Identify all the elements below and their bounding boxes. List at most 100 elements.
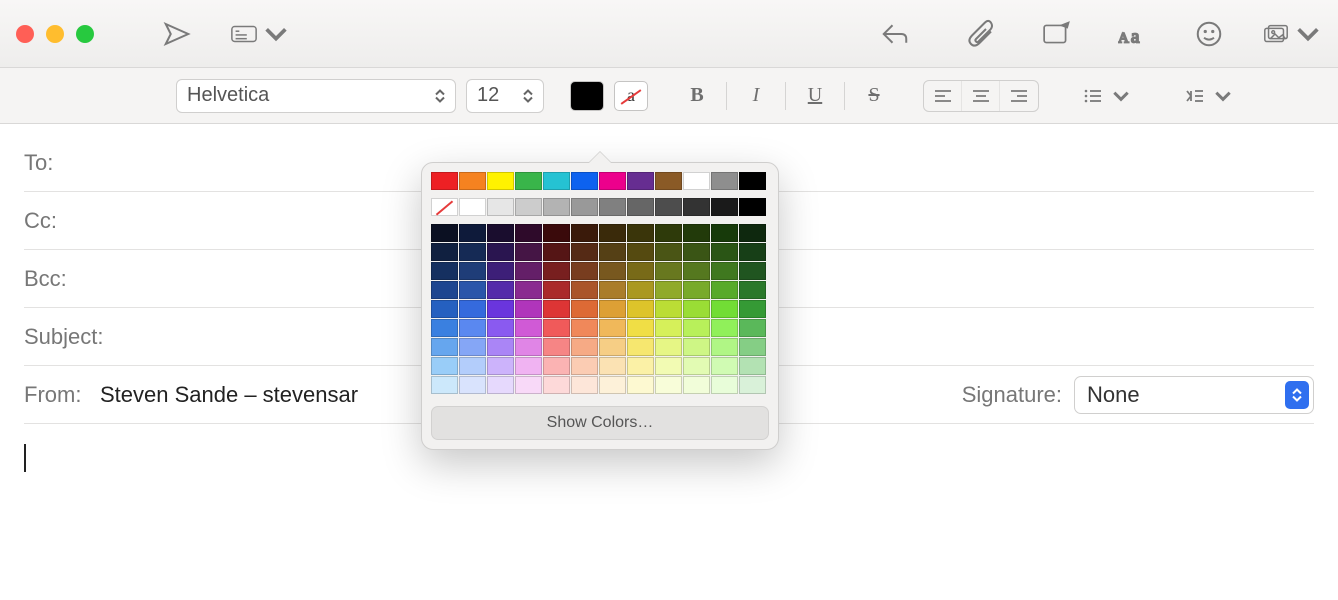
color-swatch[interactable] bbox=[711, 198, 738, 216]
header-fields-button[interactable] bbox=[230, 14, 290, 54]
color-swatch[interactable] bbox=[571, 262, 598, 280]
underline-button[interactable]: U bbox=[800, 81, 830, 111]
color-swatch-none[interactable] bbox=[431, 198, 458, 216]
align-right-button[interactable] bbox=[1000, 81, 1038, 111]
color-swatch[interactable] bbox=[683, 262, 710, 280]
color-swatch[interactable] bbox=[627, 198, 654, 216]
color-swatch[interactable] bbox=[515, 319, 542, 337]
color-swatch[interactable] bbox=[683, 224, 710, 242]
color-swatch[interactable] bbox=[599, 300, 626, 318]
color-swatch[interactable] bbox=[655, 262, 682, 280]
color-swatch[interactable] bbox=[627, 338, 654, 356]
color-swatch[interactable] bbox=[571, 224, 598, 242]
color-swatch[interactable] bbox=[431, 300, 458, 318]
color-swatch[interactable] bbox=[655, 224, 682, 242]
color-swatch[interactable] bbox=[739, 338, 766, 356]
color-swatch[interactable] bbox=[711, 224, 738, 242]
color-swatch[interactable] bbox=[683, 338, 710, 356]
color-swatch[interactable] bbox=[543, 281, 570, 299]
color-swatch[interactable] bbox=[487, 357, 514, 375]
zoom-window-button[interactable] bbox=[76, 25, 94, 43]
color-swatch[interactable] bbox=[487, 262, 514, 280]
color-swatch[interactable] bbox=[515, 243, 542, 261]
minimize-window-button[interactable] bbox=[46, 25, 64, 43]
color-swatch[interactable] bbox=[459, 224, 486, 242]
color-swatch[interactable] bbox=[683, 319, 710, 337]
color-swatch[interactable] bbox=[459, 262, 486, 280]
indent-button[interactable] bbox=[1181, 80, 1237, 112]
color-swatch[interactable] bbox=[515, 172, 542, 190]
from-value[interactable]: Steven Sande – stevensar bbox=[100, 382, 358, 408]
color-swatch[interactable] bbox=[711, 172, 738, 190]
color-swatch[interactable] bbox=[431, 172, 458, 190]
color-swatch[interactable] bbox=[459, 281, 486, 299]
color-swatch[interactable] bbox=[515, 376, 542, 394]
color-swatch[interactable] bbox=[487, 319, 514, 337]
text-color-button[interactable] bbox=[570, 81, 604, 111]
color-swatch[interactable] bbox=[543, 319, 570, 337]
color-swatch[interactable] bbox=[599, 338, 626, 356]
color-swatch[interactable] bbox=[543, 300, 570, 318]
italic-button[interactable]: I bbox=[741, 81, 771, 111]
color-swatch[interactable] bbox=[459, 376, 486, 394]
align-left-button[interactable] bbox=[924, 81, 962, 111]
color-swatch[interactable] bbox=[627, 172, 654, 190]
send-button[interactable] bbox=[154, 14, 200, 54]
color-swatch[interactable] bbox=[711, 281, 738, 299]
color-swatch[interactable] bbox=[627, 319, 654, 337]
color-swatch[interactable] bbox=[599, 262, 626, 280]
color-swatch[interactable] bbox=[487, 338, 514, 356]
color-swatch[interactable] bbox=[655, 376, 682, 394]
color-swatch[interactable] bbox=[711, 319, 738, 337]
color-swatch[interactable] bbox=[487, 198, 514, 216]
color-swatch[interactable] bbox=[571, 357, 598, 375]
color-swatch[interactable] bbox=[459, 319, 486, 337]
color-swatch[interactable] bbox=[655, 357, 682, 375]
color-swatch[interactable] bbox=[515, 300, 542, 318]
color-swatch[interactable] bbox=[543, 198, 570, 216]
color-swatch[interactable] bbox=[431, 262, 458, 280]
color-swatch[interactable] bbox=[571, 338, 598, 356]
color-swatch[interactable] bbox=[683, 376, 710, 394]
color-swatch[interactable] bbox=[571, 198, 598, 216]
color-swatch[interactable] bbox=[515, 198, 542, 216]
color-swatch[interactable] bbox=[515, 262, 542, 280]
color-swatch[interactable] bbox=[459, 338, 486, 356]
color-swatch[interactable] bbox=[627, 300, 654, 318]
color-swatch[interactable] bbox=[571, 243, 598, 261]
color-swatch[interactable] bbox=[739, 300, 766, 318]
color-swatch[interactable] bbox=[543, 262, 570, 280]
color-swatch[interactable] bbox=[627, 224, 654, 242]
color-swatch[interactable] bbox=[711, 262, 738, 280]
color-swatch[interactable] bbox=[459, 243, 486, 261]
color-swatch[interactable] bbox=[431, 338, 458, 356]
color-swatch[interactable] bbox=[739, 172, 766, 190]
color-swatch[interactable] bbox=[459, 198, 486, 216]
color-swatch[interactable] bbox=[711, 300, 738, 318]
color-swatch[interactable] bbox=[459, 357, 486, 375]
strikethrough-button[interactable]: S bbox=[859, 81, 889, 111]
color-swatch[interactable] bbox=[431, 319, 458, 337]
color-swatch[interactable] bbox=[487, 281, 514, 299]
color-swatch[interactable] bbox=[543, 376, 570, 394]
color-swatch[interactable] bbox=[431, 243, 458, 261]
color-swatch[interactable] bbox=[655, 243, 682, 261]
color-swatch[interactable] bbox=[599, 224, 626, 242]
show-colors-button[interactable]: Show Colors… bbox=[431, 406, 769, 440]
color-swatch[interactable] bbox=[683, 198, 710, 216]
color-swatch[interactable] bbox=[599, 281, 626, 299]
color-swatch[interactable] bbox=[515, 224, 542, 242]
attach-button[interactable] bbox=[958, 14, 1004, 54]
background-color-button[interactable]: a bbox=[614, 81, 648, 111]
color-swatch[interactable] bbox=[571, 281, 598, 299]
color-swatch[interactable] bbox=[487, 376, 514, 394]
color-swatch[interactable] bbox=[599, 357, 626, 375]
color-swatch[interactable] bbox=[571, 172, 598, 190]
color-swatch[interactable] bbox=[543, 172, 570, 190]
color-swatch[interactable] bbox=[627, 281, 654, 299]
align-center-button[interactable] bbox=[962, 81, 1000, 111]
color-swatch[interactable] bbox=[459, 300, 486, 318]
reply-button[interactable] bbox=[872, 14, 918, 54]
color-swatch[interactable] bbox=[655, 198, 682, 216]
color-swatch[interactable] bbox=[599, 319, 626, 337]
